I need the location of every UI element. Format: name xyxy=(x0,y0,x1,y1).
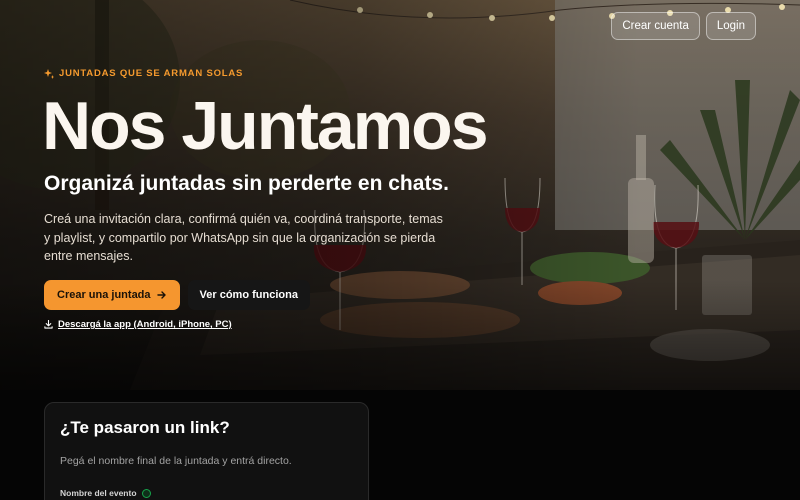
create-account-button[interactable]: Crear cuenta xyxy=(611,12,700,40)
join-event-card: ¿Te pasaron un link? Pegá el nombre fina… xyxy=(44,402,369,500)
hero-title: Nos Juntamos xyxy=(42,88,489,164)
download-icon xyxy=(44,320,53,329)
join-card-description: Pegá el nombre final de la juntada y ent… xyxy=(60,455,292,467)
hero-subtitle: Organizá juntadas sin perderte en chats. xyxy=(44,172,449,195)
join-card-title: ¿Te pasaron un link? xyxy=(60,418,230,437)
create-event-label: Crear una juntada xyxy=(57,289,151,301)
eyebrow-text: JUNTADAS QUE SE ARMAN SOLAS xyxy=(59,68,244,79)
event-name-label: Nombre del evento xyxy=(60,488,151,498)
hero-section: Crear cuenta Login JUNTADAS QUE SE ARMAN… xyxy=(0,0,800,390)
info-icon xyxy=(141,488,151,498)
login-button[interactable]: Login xyxy=(705,12,756,40)
hero-eyebrow: JUNTADAS QUE SE ARMAN SOLAS xyxy=(44,68,243,79)
how-it-works-button[interactable]: Ver cómo funciona xyxy=(187,280,310,310)
event-name-label-text: Nombre del evento xyxy=(60,488,137,498)
hero-cta-row: Crear una juntada Ver cómo funciona xyxy=(44,280,310,310)
sparkles-icon xyxy=(44,68,54,79)
hero-description: Creá una invitación clara, confirmá quié… xyxy=(44,212,443,263)
top-nav: Crear cuenta Login xyxy=(611,12,756,40)
download-app-link[interactable]: Descargá la app (Android, iPhone, PC) xyxy=(44,319,232,330)
arrow-right-icon xyxy=(156,291,166,299)
create-event-button[interactable]: Crear una juntada xyxy=(44,280,180,310)
download-app-label: Descargá la app (Android, iPhone, PC) xyxy=(58,319,232,330)
